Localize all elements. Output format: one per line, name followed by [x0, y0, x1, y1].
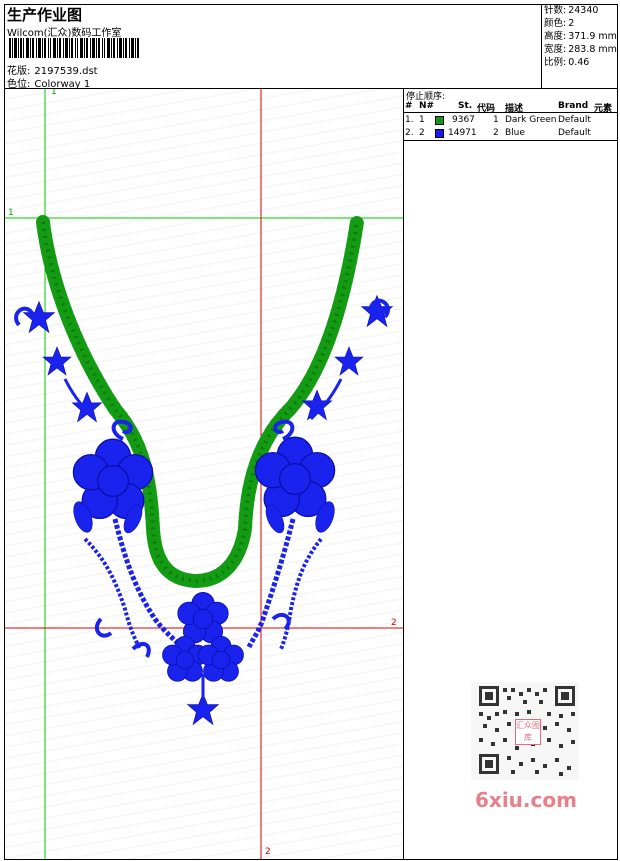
row2-n: 2: [419, 128, 425, 138]
stop-header-rule: [404, 112, 618, 113]
embroidery-svg: [5, 89, 403, 859]
guide-label-red-h: 2: [391, 618, 397, 628]
row2-brand: Default: [558, 128, 591, 138]
guide-label-green-h: 1: [8, 208, 14, 218]
col-index: #: [405, 101, 413, 111]
stat-scale: 比例: 0.46: [544, 57, 590, 68]
blue-floral-center: [161, 591, 245, 725]
company-name: Wilcom(汇众)数码工作室: [7, 28, 122, 39]
row1-n: 1: [419, 115, 425, 125]
stat-stitches: 针数: 24340: [544, 5, 599, 16]
col-n: N#: [419, 101, 435, 111]
row2-st: 14971: [448, 128, 477, 138]
stop-sequence-panel: 停止顺序: # N# St. 代码 描述 Brand 元素 1. 1 9367 …: [404, 89, 618, 141]
guide-label-green-v: 1: [51, 89, 57, 97]
row2-index: 2.: [405, 128, 414, 138]
row2-code: 2: [493, 128, 499, 138]
stat-colors: 颜色: 2: [544, 18, 575, 29]
qr-center-logo: 汇众图库: [515, 719, 541, 745]
row1-brand: Default: [558, 115, 591, 125]
stat-width: 宽度: 283.8 mm: [544, 44, 617, 55]
col-brand: Brand: [558, 101, 589, 111]
row1-desc: Dark Green: [505, 115, 557, 125]
blue-floral-left: [14, 301, 187, 658]
barcode: [9, 38, 139, 58]
guide-label-red-v: 2: [265, 847, 271, 857]
col-st: St.: [458, 101, 473, 111]
design-stats: 针数: 24340 颜色: 2 高度: 371.9 mm 宽度: 283.8 mm 比例…: [541, 4, 617, 88]
design-preview: 1 1 2 2: [5, 89, 404, 859]
row1-index: 1.: [405, 115, 414, 125]
row2-desc: Blue: [505, 128, 525, 138]
row2-color-swatch: [435, 129, 444, 138]
site-watermark: 6xiu.com: [475, 788, 577, 812]
stat-height: 高度: 371.9 mm: [544, 31, 617, 42]
document-title: 生产作业图: [7, 6, 83, 24]
row1-st: 9367: [452, 115, 475, 125]
row1-code: 1: [493, 115, 499, 125]
row1-color-swatch: [435, 116, 444, 125]
